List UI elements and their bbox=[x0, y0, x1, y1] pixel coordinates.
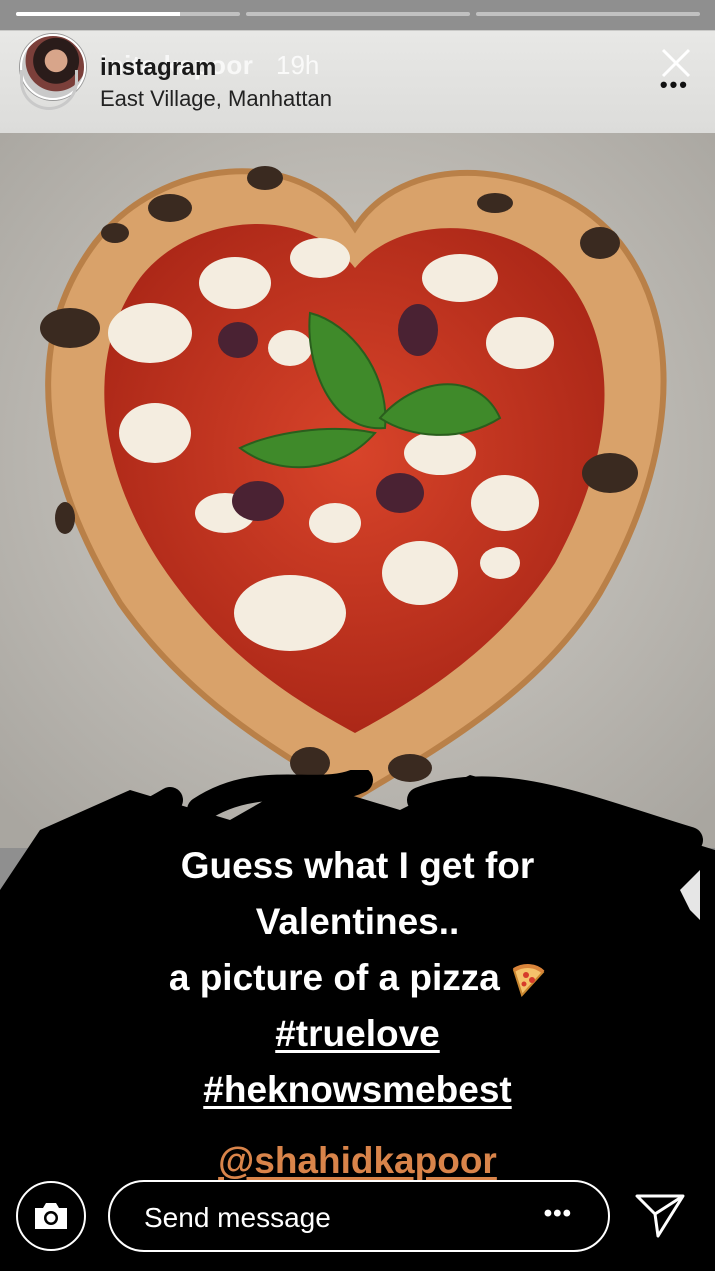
hashtag[interactable]: #truelove bbox=[0, 1006, 715, 1062]
location[interactable]: East Village, Manhattan bbox=[100, 86, 332, 112]
more-options-icon[interactable]: ••• bbox=[544, 1200, 572, 1228]
caption-line: Guess what I get for bbox=[180, 845, 535, 886]
send-message-input[interactable]: Send message ••• bbox=[108, 1180, 610, 1252]
camera-button[interactable] bbox=[16, 1181, 86, 1251]
pizza-image bbox=[0, 133, 715, 848]
overlay-username: instagram bbox=[100, 54, 217, 81]
post-time: 19h bbox=[276, 50, 320, 80]
reply-bar: Send message ••• bbox=[0, 1176, 715, 1271]
pizza-emoji-icon bbox=[512, 964, 545, 998]
caption-line: Valentines.. bbox=[255, 901, 460, 942]
caption-line: a picture of a pizza bbox=[168, 957, 500, 998]
story-meta: inita kapoor instagram 19h East Village,… bbox=[100, 50, 332, 112]
camera-icon bbox=[35, 1203, 67, 1229]
progress-segment bbox=[476, 12, 700, 16]
progress-segment bbox=[16, 12, 240, 16]
progress-segment bbox=[246, 12, 470, 16]
hashtag[interactable]: #heknowsmebest bbox=[0, 1062, 715, 1118]
story-progress bbox=[16, 12, 700, 17]
send-message-placeholder: Send message bbox=[144, 1202, 331, 1233]
caption-line-with-emoji: a picture of a pizza bbox=[0, 950, 715, 1006]
story-caption: Guess what I get for Valentines.. a pict… bbox=[0, 838, 715, 1118]
send-icon[interactable] bbox=[634, 1192, 686, 1240]
more-icon[interactable]: ••• bbox=[660, 72, 689, 98]
story-photo bbox=[0, 133, 715, 848]
